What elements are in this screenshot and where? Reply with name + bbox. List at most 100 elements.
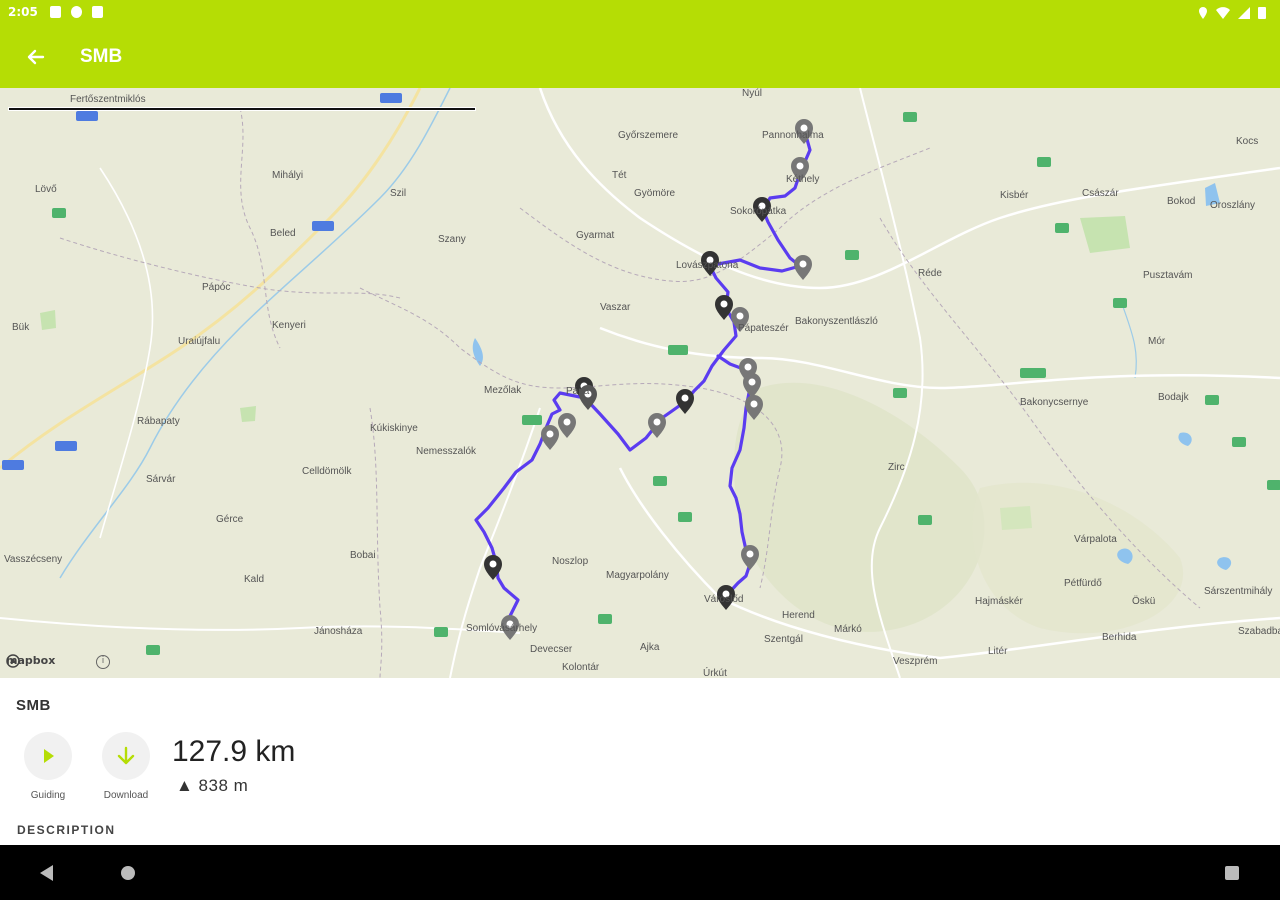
map-place-label: Herend [782,610,815,621]
map-place-label: Szabadbattyán [1238,626,1280,637]
guiding-button[interactable] [24,732,72,780]
map-place-label: Magyarpolány [606,570,669,581]
route-details: SMB Guiding Download 127.9 km ▲ 838 m DE… [0,678,1280,845]
route-title: SMB [16,697,51,714]
map-place-label: Gyömöre [634,188,676,199]
arrow-left-icon [27,49,45,65]
map-place-label: Kéthely [786,174,820,185]
map-place-label: Pápa [566,386,590,397]
route-map[interactable]: Fertőszentmiklós Győrszemere Nyúl Pannonhal… [0,88,1280,678]
description-header: DESCRIPTION [17,823,116,837]
system-nav-bar [0,845,1280,900]
map-place-label: Kolontár [562,662,600,673]
map-place-label: Bakonyszentlászló [795,316,878,327]
map-place-label: Nyúl [742,88,763,99]
map-place-label: Várpalota [1074,534,1117,545]
map-place-label: Öskü [1132,596,1156,607]
nav-back-button[interactable] [40,865,53,881]
map-place-label: Pannonhalma [762,130,824,141]
map-place-label: Vaszar [600,302,631,313]
map-place-label: Pápateszér [738,323,789,334]
guiding-action[interactable]: Guiding [18,732,78,801]
download-action[interactable]: Download [96,732,156,801]
route-elevation: ▲ 838 m [176,776,249,795]
map-place-label: Gérce [216,514,244,525]
map-place-label: Devecser [530,644,573,655]
map-place-label: Sokorópátka [730,206,787,217]
map-place-label: Gyarmat [576,230,615,241]
route-distance: 127.9 km [172,735,296,768]
map-place-label: Kenyeri [272,320,306,331]
guiding-label: Guiding [30,790,66,801]
wifi-icon [1216,6,1230,19]
map-scale-bar [8,107,476,111]
map-place-label: Mihályi [272,170,304,181]
download-button[interactable] [102,732,150,780]
map-place-label: Szentgál [764,634,803,645]
download-icon [117,746,135,765]
map-place-label: Bokod [1167,196,1196,207]
map-place-label: Hajmáskér [975,596,1023,607]
mapbox-icon [6,654,20,668]
battery-icon [1258,7,1266,19]
map-place-label: Császár [1082,188,1119,199]
map-place-label: Pusztavám [1143,270,1193,281]
map-place-label: Városlőd [704,594,744,605]
map-place-label: Jánosháza [314,626,363,637]
map-canvas [0,88,1280,678]
map-place-label: Litér [988,646,1008,657]
map-place-label: Pápóc [202,282,231,293]
map-place-label: Ajka [640,642,660,653]
map-place-label: Márkó [834,624,862,635]
map-place-label: Kald [244,574,265,585]
map-place-label: Mór [1148,336,1166,347]
app-bar: SMB [0,26,1280,88]
map-place-label: Tét [612,170,627,181]
map-place-label: Noszlop [552,556,589,567]
system-icons [1198,6,1266,19]
nav-home-button[interactable] [121,866,135,880]
map-place-label: Kúkiskinye [370,423,418,434]
map-place-label: Réde [918,268,942,279]
play-icon [44,749,54,763]
map-place-label: Berhida [1102,632,1137,643]
map-place-label: Sárszentmihály [1204,586,1273,597]
map-place-label: Veszprém [893,656,938,667]
map-place-label: Győrszemere [618,130,679,141]
map-place-label: Lovászpatona [676,260,739,271]
map-place-label: Lövő [35,184,57,195]
download-label: Download [103,790,149,801]
notification-icon [71,6,82,18]
map-place-label: Vasszécseny [4,554,63,565]
map-place-label: Úrkút [703,668,727,678]
notification-icon [50,6,61,18]
back-button[interactable] [18,39,54,75]
mapbox-logo: mapbox [6,654,55,668]
map-place-label: Zirc [888,462,905,473]
map-place-label: Bakonycsernye [1020,397,1089,408]
map-place-label: Szany [438,234,466,245]
location-icon [1199,6,1207,19]
map-place-label: Beled [270,228,296,239]
attribution-info-icon[interactable]: i [96,655,110,669]
status-time: 2:05 [8,5,38,19]
map-place-label: Oroszlány [1210,200,1256,211]
map-place-label: Somlóvásárhely [466,623,538,634]
map-place-label: Bodajk [1158,392,1189,403]
map-place-label: Rábapaty [137,416,180,427]
map-place-label: Pétfürdő [1064,578,1102,589]
map-place-label: Bük [12,322,30,333]
map-place-label: Celldömölk [302,466,352,477]
status-bar: 2:05 [0,0,1280,26]
map-place-label: Kocs [1236,136,1259,147]
notification-icon [92,6,103,18]
page-title: SMB [80,46,123,67]
map-place-label: Kisbér [1000,190,1029,201]
notification-icons [50,6,103,18]
signal-icon [1238,6,1250,19]
nav-recents-button[interactable] [1225,866,1239,880]
map-place-label: Fertőszentmiklós [70,94,146,105]
map-place-label: Bobai [350,550,376,561]
map-place-label: Mezőlak [484,385,522,396]
map-place-label: Szil [390,188,407,199]
